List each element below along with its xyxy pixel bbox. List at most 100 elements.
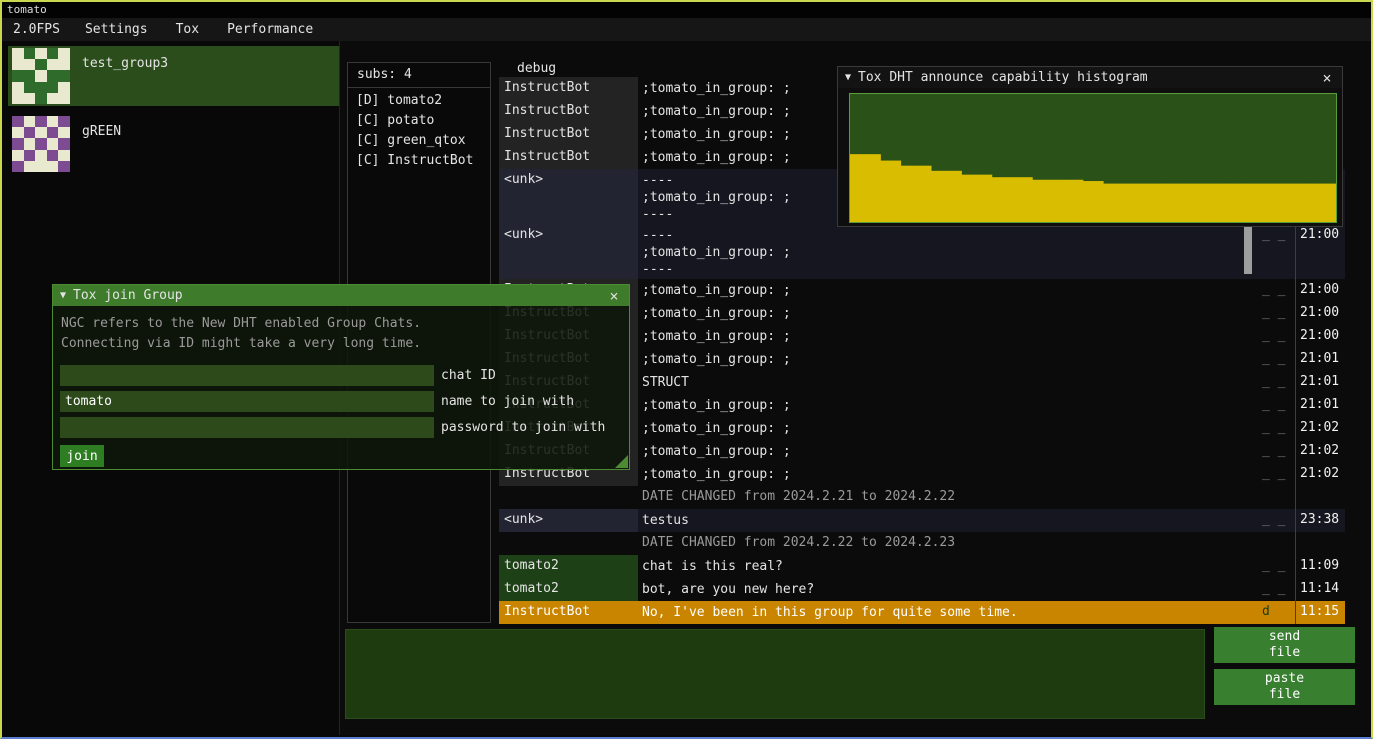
chat-id-field-row: chat ID [60,365,629,386]
delivery-marks: _ _ [1259,463,1295,486]
histogram-window-titlebar[interactable]: ▼ Tox DHT announce capability histogram … [838,67,1342,88]
message-text: ;tomato_in_group: ; [638,463,1259,486]
message-text: No, I've been in this group for quite so… [638,601,1259,624]
group-sidebar: test_group3 gREEN [8,46,339,182]
date-row-spacer [499,486,638,509]
delivery-marks: _ _ [1259,224,1295,279]
message-text: bot, are you new here? [638,578,1259,601]
menu-item-performance[interactable]: Performance [213,18,327,41]
sender-name: InstructBot [499,100,638,123]
resize-grip-icon[interactable] [615,455,628,468]
message-text: ;tomato_in_group: ; [638,279,1259,302]
join-window-title: Tox join Group [73,288,606,303]
delivery-marks [1259,486,1295,509]
paste-file-button[interactable]: paste file [1214,669,1355,705]
join-name-label: name to join with [441,394,574,409]
group-name: test_group3 [70,46,168,71]
sub-item-0[interactable]: [D] tomato2 [348,90,490,110]
message-line: ;tomato_in_group: ; [642,351,1259,368]
sub-item-2[interactable]: [C] green_qtox [348,130,490,150]
message-line: ;tomato_in_group: ; [642,282,1259,299]
message-text: ;tomato_in_group: ; [638,417,1259,440]
chat-date-row[interactable]: DATE CHANGED from 2024.2.21 to 2024.2.22 [499,486,1345,509]
message-line: ;tomato_in_group: ; [642,443,1259,460]
window-titlebar: tomato [2,2,1371,18]
message-text: ----;tomato_in_group: ;---- [638,224,1259,279]
delivery-marks: _ _ [1259,325,1295,348]
delivery-marks: _ _ [1259,578,1295,601]
group-item-gREEN[interactable]: gREEN [8,114,339,174]
menu-item-settings[interactable]: Settings [71,18,162,41]
sender-name: InstructBot [499,601,638,624]
message-time: 21:01 [1295,394,1345,417]
message-text: testus [638,509,1259,532]
message-time: 21:02 [1295,417,1345,440]
group-avatar-icon [12,116,70,172]
message-line: No, I've been in this group for quite so… [642,604,1259,621]
menu-item-tox[interactable]: Tox [162,18,213,41]
join-button[interactable]: join [60,445,104,467]
message-time [1295,486,1345,509]
group-avatar-icon [12,48,70,104]
close-icon[interactable]: × [1319,69,1335,87]
histogram-plot-svg [850,94,1336,222]
chat-message-row[interactable]: InstructBotNo, I've been in this group f… [499,601,1345,624]
sender-name: tomato2 [499,578,638,601]
chat-message-row[interactable]: <unk>testus_ _23:38 [499,509,1345,532]
subs-header: subs: 4 [348,63,490,88]
message-time: 21:01 [1295,348,1345,371]
message-input[interactable] [345,629,1205,719]
delivery-marks [1259,532,1295,555]
group-name: gREEN [70,114,121,139]
message-time: 21:00 [1295,302,1345,325]
paste-file-label-line1: paste [1265,671,1304,687]
sub-item-1[interactable]: [C] potato [348,110,490,130]
delivery-marks: d [1259,601,1295,624]
send-file-button[interactable]: send file [1214,627,1355,663]
chat-message-row[interactable]: tomato2chat is this real?_ _11:09 [499,555,1345,578]
join-password-label: password to join with [441,420,605,435]
group-item-test_group3[interactable]: test_group3 [8,46,339,106]
join-password-input[interactable] [60,417,434,438]
date-changed-text: DATE CHANGED from 2024.2.22 to 2024.2.23 [638,532,1259,555]
sub-item-3[interactable]: [C] InstructBot [348,150,490,170]
message-line: ;tomato_in_group: ; [642,244,1259,261]
message-line: ;tomato_in_group: ; [642,305,1259,322]
join-name-input[interactable] [60,391,434,412]
histogram-window-title: Tox DHT announce capability histogram [858,70,1319,85]
fps-counter: 2.0FPS [2,18,71,41]
delivery-marks: _ _ [1259,555,1295,578]
close-icon[interactable]: × [606,287,622,305]
message-line: ---- [642,227,1259,244]
message-time: 21:00 [1295,279,1345,302]
chat-date-row[interactable]: DATE CHANGED from 2024.2.22 to 2024.2.23 [499,532,1345,555]
message-time [1295,532,1345,555]
chat-id-input[interactable] [60,365,434,386]
message-line: ;tomato_in_group: ; [642,466,1259,483]
menu-items: SettingsToxPerformance [71,18,327,41]
join-window-titlebar[interactable]: ▼ Tox join Group × [53,285,629,306]
message-text: ;tomato_in_group: ; [638,325,1259,348]
histogram-plot[interactable] [849,93,1337,223]
message-time: 21:00 [1295,224,1345,279]
message-time: 11:09 [1295,555,1345,578]
join-info-line-2: Connecting via ID might take a very long… [53,334,629,354]
message-line: testus [642,512,1259,529]
menu-bar: 2.0FPS SettingsToxPerformance [2,18,1371,41]
delivery-marks: _ _ [1259,279,1295,302]
delivery-marks: _ _ [1259,394,1295,417]
sender-name: <unk> [499,169,638,224]
sender-name: InstructBot [499,123,638,146]
message-text: ;tomato_in_group: ; [638,348,1259,371]
collapse-arrow-icon[interactable]: ▼ [60,290,66,301]
chat-tab-debug[interactable]: debug [517,61,556,77]
chat-message-row[interactable]: tomato2bot, are you new here?_ _11:14 [499,578,1345,601]
message-time: 21:02 [1295,463,1345,486]
join-info-line-1: NGC refers to the New DHT enabled Group … [53,306,629,334]
chat-message-row[interactable]: <unk>----;tomato_in_group: ;----_ _21:00 [499,224,1345,279]
message-line: STRUCT [642,374,1259,391]
message-time: 21:01 [1295,371,1345,394]
sender-name: <unk> [499,509,638,532]
message-time: 23:38 [1295,509,1345,532]
collapse-arrow-icon[interactable]: ▼ [845,72,851,83]
